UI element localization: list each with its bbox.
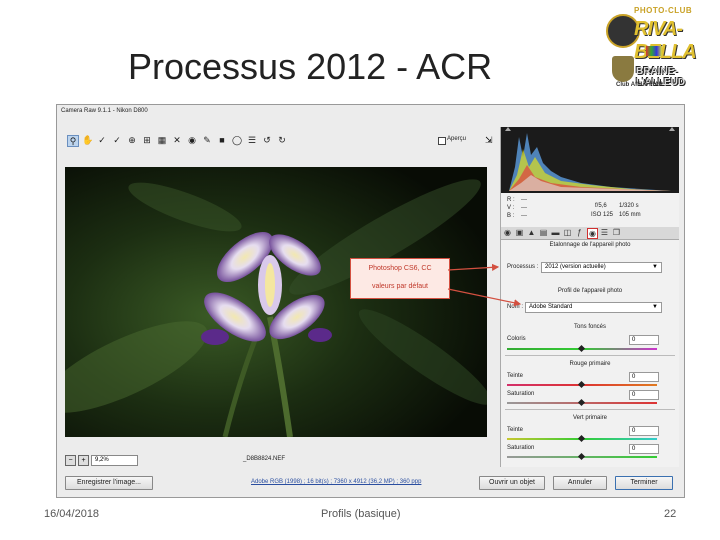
adjustments-panel: R : --- V : --- B : --- f/5,6 1/320 s IS…: [500, 127, 679, 467]
aperture: f/5,6: [595, 203, 607, 209]
green-saturation-label: Saturation: [507, 445, 535, 451]
toolbar: ⚲ ✋ ✓ ✓ ⊕ ⊞ ▦ ✕ ◉ ✎ ■ ◯ ☰ ↺ ↻ Aperçu ⇲: [65, 133, 495, 149]
red-saturation-label: Saturation: [507, 391, 535, 397]
split-toning-tab-icon[interactable]: ▬: [551, 228, 560, 237]
slider-thumb[interactable]: [577, 398, 586, 407]
histogram-graph: [505, 127, 675, 191]
footer-date: 16/04/2018: [44, 508, 100, 520]
basic-tab-icon[interactable]: ◉: [503, 228, 512, 237]
tone-curve-tab-icon[interactable]: ▣: [515, 228, 524, 237]
chevron-down-icon: ▼: [652, 304, 658, 310]
slider-thumb[interactable]: [577, 434, 586, 443]
shadow-tint-label: Coloris: [507, 336, 526, 342]
spot-removal-icon[interactable]: ✕: [172, 135, 182, 145]
hand-tool-icon[interactable]: ✋: [82, 135, 93, 145]
slider-thumb[interactable]: [577, 380, 586, 389]
save-image-button[interactable]: Enregistrer l'image...: [65, 476, 153, 490]
zoom-tool-icon[interactable]: ⚲: [67, 135, 79, 147]
iris-flower-photo: [65, 167, 487, 437]
green-primary-title: Vert primaire: [572, 415, 607, 421]
process-select[interactable]: 2012 (version actuelle) ▼: [541, 262, 662, 273]
page-number: 22: [664, 508, 677, 520]
iso: ISO 125: [591, 212, 614, 218]
image-preview[interactable]: [65, 167, 487, 437]
presets-tab-icon[interactable]: ☰: [600, 228, 609, 237]
zoom-out-button[interactable]: −: [65, 455, 76, 466]
panel-tabs: ◉ ▣ ▲ ▤ ▬ ◫ ƒ ◉ ☰ ❐: [501, 227, 679, 240]
zoom-level-select[interactable]: 9,2%: [91, 455, 138, 466]
annotation-callout: Photoshop CS6, CC valeurs par défaut: [350, 258, 450, 299]
preferences-icon[interactable]: ☰: [247, 135, 257, 145]
red-saturation-slider[interactable]: [507, 398, 657, 407]
preview-checkbox[interactable]: [438, 137, 446, 145]
shadow-tint-value[interactable]: 0: [629, 335, 659, 345]
histogram: [501, 127, 679, 193]
logo-photo-icon: [646, 46, 662, 56]
status-bar: − + 9,2% _D8B8824.NEF: [65, 455, 487, 467]
green-saturation-value[interactable]: 0: [629, 444, 659, 454]
fullscreen-icon[interactable]: ⇲: [485, 135, 493, 146]
crop-tool-icon[interactable]: ⊞: [142, 135, 152, 145]
red-saturation-value[interactable]: 0: [629, 390, 659, 400]
green-hue-slider[interactable]: [507, 434, 657, 443]
divider: [505, 409, 675, 410]
red-hue-value[interactable]: 0: [629, 372, 659, 382]
snapshots-tab-icon[interactable]: ❐: [612, 228, 621, 237]
straighten-tool-icon[interactable]: ▦: [157, 135, 167, 145]
slider-thumb[interactable]: [577, 344, 586, 353]
detail-tab-icon[interactable]: ▲: [527, 228, 536, 237]
red-eye-icon[interactable]: ◉: [187, 135, 197, 145]
chevron-down-icon: ▼: [652, 264, 658, 270]
slider-thumb[interactable]: [577, 452, 586, 461]
callout-line1: Photoshop CS6, CC: [368, 265, 432, 272]
red-primary-title: Rouge primaire: [569, 361, 611, 367]
shadow-tint-slider[interactable]: [507, 344, 657, 353]
slide-title: Processus 2012 - ACR: [128, 46, 493, 87]
camera-raw-window: Camera Raw 9.1.1 - Nikon D800 ⚲ ✋ ✓ ✓ ⊕ …: [56, 104, 685, 498]
focal-length: 105 mm: [619, 212, 641, 218]
rotate-right-icon[interactable]: ↻: [277, 135, 287, 145]
green-saturation-slider[interactable]: [507, 452, 657, 461]
green-hue-value[interactable]: 0: [629, 426, 659, 436]
process-label: Processus :: [507, 264, 539, 270]
photo-club-logo: PHOTO-CLUB RIVA-BELLA BRAINE-L'ALLEUD Cl…: [604, 2, 716, 90]
logo-line1: PHOTO-CLUB: [634, 6, 693, 15]
targeted-adjust-icon[interactable]: ⊕: [127, 135, 137, 145]
profile-section-title: Profil de l'appareil photo: [557, 288, 623, 294]
preview-label: Aperçu: [447, 136, 467, 142]
graduated-filter-icon[interactable]: ■: [217, 135, 227, 145]
callout-line2: valeurs par défaut: [371, 283, 429, 290]
panel-section-title: Etalonnage de l'appareil photo: [549, 242, 631, 248]
effects-tab-icon[interactable]: ƒ: [575, 228, 584, 237]
zoom-in-button[interactable]: +: [78, 455, 89, 466]
camera-calibration-tab-icon[interactable]: ◉: [587, 228, 598, 239]
done-button[interactable]: Terminer: [615, 476, 673, 490]
file-name: _D8B8824.NEF: [243, 456, 286, 462]
profile-select[interactable]: Adobe Standard ▼: [525, 302, 662, 313]
rotate-left-icon[interactable]: ↺: [262, 135, 272, 145]
green-hue-label: Teinte: [507, 427, 524, 433]
lens-tab-icon[interactable]: ◫: [563, 228, 572, 237]
shutter-speed: 1/320 s: [619, 203, 639, 209]
divider: [505, 355, 675, 356]
cancel-button[interactable]: Annuler: [553, 476, 607, 490]
logo-line4: Club Affilié FIAP: [616, 82, 663, 88]
open-object-button[interactable]: Ouvrir un objet: [479, 476, 545, 490]
footer-center: Profils (basique): [321, 508, 401, 520]
crest-icon: [612, 56, 634, 82]
color-sampler-icon[interactable]: ✓: [112, 135, 122, 145]
hsl-tab-icon[interactable]: ▤: [539, 228, 548, 237]
shadows-title: Tons foncés: [573, 324, 607, 330]
red-hue-slider[interactable]: [507, 380, 657, 389]
pixel-readout: R : --- V : --- B : --- f/5,6 1/320 s IS…: [507, 197, 641, 219]
radial-filter-icon[interactable]: ◯: [232, 135, 242, 145]
red-hue-label: Teinte: [507, 373, 524, 379]
adjustment-brush-icon[interactable]: ✎: [202, 135, 212, 145]
workflow-options-link[interactable]: Adobe RGB (1998) ; 16 bit(s) ; 7360 x 49…: [251, 479, 421, 485]
window-title: Camera Raw 9.1.1 - Nikon D800: [61, 108, 148, 114]
white-balance-tool-icon[interactable]: ✓: [97, 135, 107, 145]
name-label: Nom :: [507, 304, 524, 310]
